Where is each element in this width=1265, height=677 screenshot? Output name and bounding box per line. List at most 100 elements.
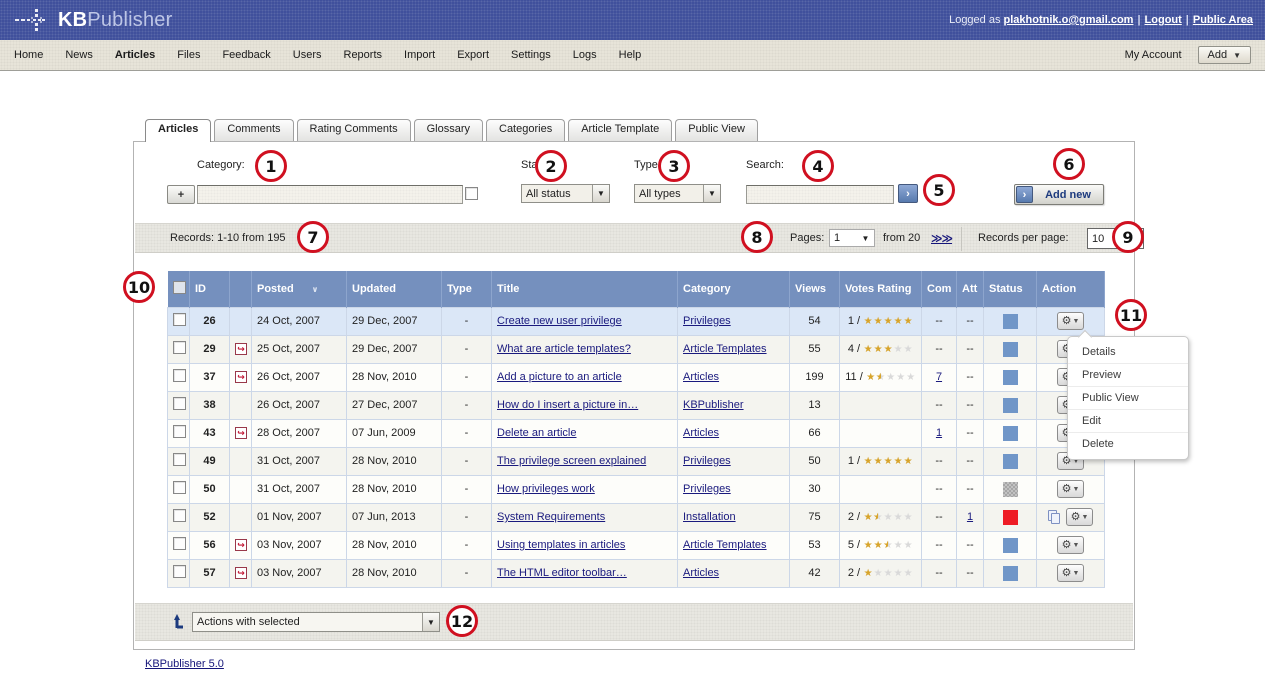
article-title-link[interactable]: How do I insert a picture in… (497, 399, 638, 411)
article-title-link[interactable]: The privilege screen explained (497, 455, 646, 467)
tab-comments[interactable]: Comments (214, 119, 293, 141)
category-link[interactable]: Privileges (683, 455, 731, 467)
menu-item-details[interactable]: Details (1068, 341, 1188, 364)
nav-item-files[interactable]: Files (177, 49, 200, 61)
row-checkbox[interactable] (173, 425, 186, 438)
category-expand-button[interactable]: + (167, 185, 195, 204)
separator: | (1137, 14, 1140, 26)
public-area-link[interactable]: Public Area (1193, 14, 1253, 26)
menu-item-public-view[interactable]: Public View (1068, 387, 1188, 410)
category-link[interactable]: Articles (683, 427, 719, 439)
col-id[interactable]: ID (190, 271, 230, 307)
add-new-button[interactable]: › Add new (1014, 184, 1104, 205)
select-all-checkbox[interactable] (173, 281, 186, 294)
tab-public-view[interactable]: Public View (675, 119, 758, 141)
footer-version-link[interactable]: KBPublisher 5.0 (145, 658, 224, 670)
row-checkbox[interactable] (173, 453, 186, 466)
row-posted: 26 Oct, 2007 (252, 391, 347, 419)
row-checkbox[interactable] (173, 313, 186, 326)
col-updated[interactable]: Updated (347, 271, 442, 307)
tab-rating-comments[interactable]: Rating Comments (297, 119, 411, 141)
category-link[interactable]: Installation (683, 511, 736, 523)
category-checkbox[interactable] (465, 187, 478, 200)
category-link[interactable]: KBPublisher (683, 399, 744, 411)
row-checkbox[interactable] (173, 369, 186, 382)
row-actions-gear-button[interactable]: ⚙▼ (1057, 536, 1084, 554)
menu-item-preview[interactable]: Preview (1068, 364, 1188, 387)
category-link[interactable]: Article Templates (683, 343, 767, 355)
row-checkbox[interactable] (173, 565, 186, 578)
tab-articles[interactable]: Articles (145, 119, 211, 142)
type-select-value: All types (635, 188, 703, 200)
row-actions-gear-button[interactable]: ⚙▼ (1057, 564, 1084, 582)
comments-count-link[interactable]: 1 (936, 427, 942, 439)
nav-item-settings[interactable]: Settings (511, 49, 551, 61)
tab-article-template[interactable]: Article Template (568, 119, 672, 141)
col-posted[interactable]: Posted∨ (252, 271, 347, 307)
table-row: 57 ↪ 03 Nov, 2007 28 Nov, 2010 - The HTM… (168, 559, 1105, 587)
menu-item-edit[interactable]: Edit (1068, 410, 1188, 433)
article-title-link[interactable]: Create new user privilege (497, 315, 622, 327)
category-input[interactable] (197, 185, 463, 204)
row-checkbox[interactable] (173, 341, 186, 354)
nav-item-articles[interactable]: Articles (115, 49, 155, 61)
search-input[interactable] (746, 185, 894, 204)
type-select[interactable]: All types ▼ (634, 184, 721, 203)
row-actions-gear-button[interactable]: ⚙▼ (1066, 508, 1093, 526)
article-title-link[interactable]: Delete an article (497, 427, 577, 439)
nav-item-feedback[interactable]: Feedback (222, 49, 270, 61)
category-link[interactable]: Articles (683, 371, 719, 383)
col-status[interactable]: Status (984, 271, 1037, 307)
nav-item-logs[interactable]: Logs (573, 49, 597, 61)
article-title-link[interactable]: Using templates in articles (497, 539, 625, 551)
tab-glossary[interactable]: Glossary (414, 119, 483, 141)
search-go-button[interactable]: › (898, 184, 918, 203)
nav-item-reports[interactable]: Reports (344, 49, 383, 61)
attachments-count-link[interactable]: 1 (967, 511, 973, 523)
col-type[interactable]: Type (442, 271, 492, 307)
col-com[interactable]: Com (922, 271, 957, 307)
logout-link[interactable]: Logout (1145, 14, 1182, 26)
row-checkbox[interactable] (173, 509, 186, 522)
col-category[interactable]: Category (678, 271, 790, 307)
page-select[interactable]: 1 ▼ (829, 229, 875, 247)
row-checkbox[interactable] (173, 537, 186, 550)
nav-item-import[interactable]: Import (404, 49, 435, 61)
col-att[interactable]: Att (957, 271, 984, 307)
status-select[interactable]: All status ▼ (521, 184, 610, 203)
star-icon: ★★ (906, 372, 916, 384)
my-account-link[interactable]: My Account (1125, 49, 1182, 61)
col-title[interactable]: Title (492, 271, 678, 307)
menu-item-delete[interactable]: Delete (1068, 433, 1188, 455)
col-action[interactable]: Action (1037, 271, 1105, 307)
nav-item-users[interactable]: Users (293, 49, 322, 61)
actions-with-selected-select[interactable]: Actions with selected ▼ (192, 612, 440, 632)
user-email-link[interactable]: plakhotnik.o@gmail.com (1004, 14, 1134, 26)
row-checkbox[interactable] (173, 481, 186, 494)
col-views[interactable]: Views (790, 271, 840, 307)
category-link[interactable]: Privileges (683, 483, 731, 495)
row-actions-gear-button[interactable]: ⚙▼ (1057, 312, 1084, 330)
article-title-link[interactable]: System Requirements (497, 511, 605, 523)
category-link[interactable]: Articles (683, 567, 719, 579)
nav-item-news[interactable]: News (65, 49, 93, 61)
fast-forward-link[interactable]: ≫≫ (931, 232, 952, 245)
add-dropdown-button[interactable]: Add▼ (1198, 46, 1252, 64)
article-title-link[interactable]: How privileges work (497, 483, 595, 495)
article-title-link[interactable]: What are article templates? (497, 343, 631, 355)
category-link[interactable]: Article Templates (683, 539, 767, 551)
article-title-link[interactable]: Add a picture to an article (497, 371, 622, 383)
row-posted: 25 Oct, 2007 (252, 335, 347, 363)
row-checkbox[interactable] (173, 397, 186, 410)
star-icon: ★★ (863, 316, 873, 328)
nav-item-help[interactable]: Help (619, 49, 642, 61)
article-title-link[interactable]: The HTML editor toolbar… (497, 567, 627, 579)
col-votes-rating[interactable]: Votes Rating (840, 271, 922, 307)
row-actions-gear-button[interactable]: ⚙▼ (1057, 480, 1084, 498)
nav-item-export[interactable]: Export (457, 49, 489, 61)
tab-categories[interactable]: Categories (486, 119, 565, 141)
category-link[interactable]: Privileges (683, 315, 731, 327)
comments-count-link[interactable]: 7 (936, 371, 942, 383)
row-views: 42 (790, 559, 840, 587)
nav-item-home[interactable]: Home (14, 49, 43, 61)
